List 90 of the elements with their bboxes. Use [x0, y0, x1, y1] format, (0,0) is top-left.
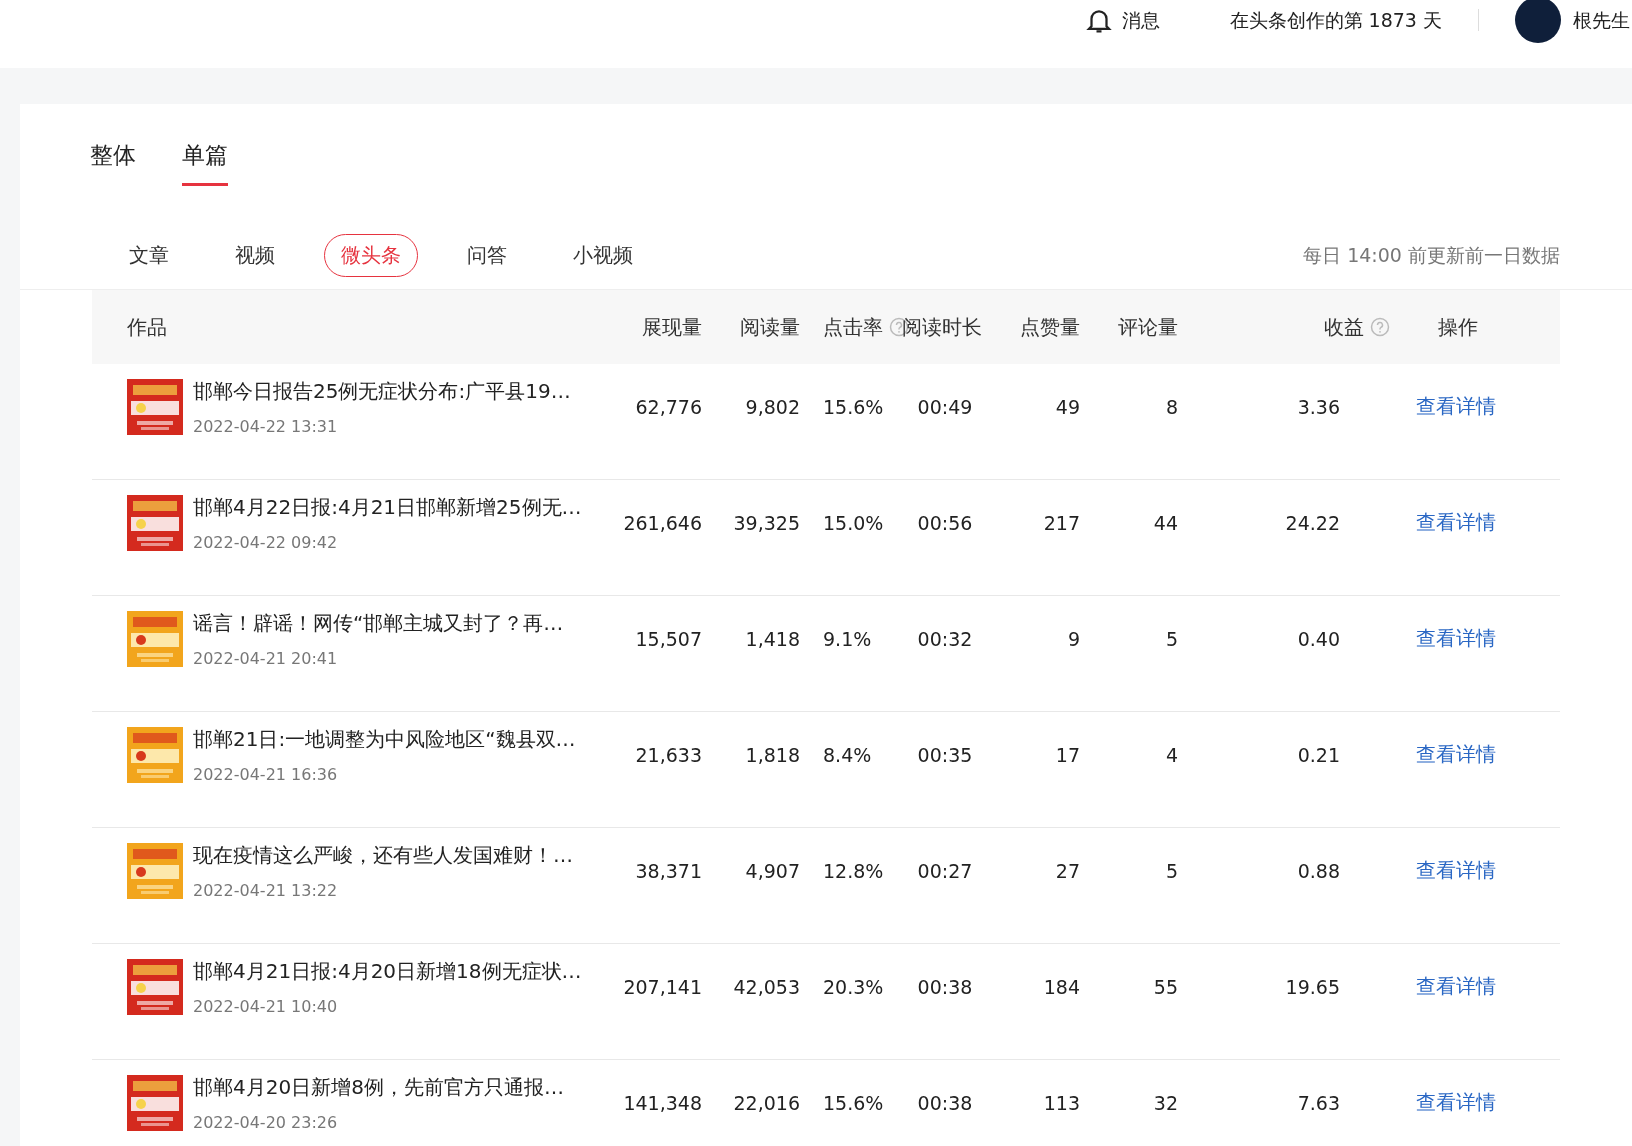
table-cell-text: 00:27: [916, 859, 974, 882]
table-cell-text: 21,633: [634, 743, 702, 766]
table-cell-text: 9: [1066, 627, 1080, 650]
table-cell-text: 9,802: [744, 395, 800, 418]
table-cell-text: 4,907: [744, 859, 800, 882]
sub-tab[interactable]: 视频: [218, 234, 292, 277]
table-cell-text: 24.22: [1284, 511, 1341, 534]
post-title[interactable]: 邯郸21日:一地调整为中风险地区“魏县双…: [193, 725, 576, 753]
details-link[interactable]: 查看详情: [1366, 857, 1560, 884]
post-title[interactable]: 邯郸4月20日新增8例，先前官方只通报…: [193, 1073, 564, 1101]
table-cell-text: 113: [1042, 1091, 1080, 1114]
details-link[interactable]: 查看详情: [1366, 393, 1560, 420]
table-cell-text: 42,053: [732, 975, 800, 998]
column-header: 操作: [1438, 313, 1478, 341]
details-link[interactable]: 查看详情: [1366, 973, 1560, 1000]
column-header: 作品: [127, 313, 167, 341]
details-link[interactable]: 查看详情: [1366, 741, 1560, 768]
post-date: 2022-04-21 16:36: [193, 764, 339, 784]
post-title[interactable]: 邯郸4月21日报:4月20日新增18例无症状…: [193, 957, 582, 985]
table-cell-text: 15.6%: [822, 1091, 885, 1114]
table-cell-text: 12.8%: [822, 859, 885, 882]
table-cell-text: 8: [1164, 395, 1178, 418]
column-header: 点击率: [823, 313, 883, 341]
table-cell: 141,348: [622, 1091, 702, 1114]
avatar[interactable]: [1515, 0, 1561, 43]
column-header: 阅读时长: [902, 313, 982, 341]
details-link[interactable]: 查看详情: [1366, 509, 1560, 536]
post-date: 2022-04-22 13:31: [193, 416, 339, 436]
column-header: 点赞量: [1020, 313, 1080, 341]
table-cell-text: 0.88: [1296, 859, 1341, 882]
table-cell-text: 00:35: [916, 743, 974, 766]
table-cell-text: 4: [1164, 743, 1178, 766]
table-cell-text: 15.6%: [822, 395, 885, 418]
table-cell-text: 17: [1054, 743, 1080, 766]
post-date: 2022-04-20 23:26: [193, 1112, 339, 1132]
table-cell-text: 22,016: [732, 1091, 800, 1114]
details-link[interactable]: 查看详情: [1366, 625, 1560, 652]
table-cell-text: 38,371: [634, 859, 702, 882]
table-cell-text: 184: [1042, 975, 1080, 998]
post-title[interactable]: 谣言！辟谣！网传“邯郸主城又封了？再…: [193, 609, 564, 637]
table-cell-text: 55: [1152, 975, 1178, 998]
table-cell-text: 5: [1164, 627, 1178, 650]
sub-tab[interactable]: 小视频: [556, 234, 650, 277]
main-tab[interactable]: 整体: [90, 140, 136, 186]
table-cell-text: 00:49: [916, 395, 974, 418]
post-date: 2022-04-21 10:40: [193, 996, 339, 1016]
table-cell-text: 15.0%: [822, 511, 885, 534]
table-cell-text: 62,776: [634, 395, 702, 418]
table-cell-text: 32: [1152, 1091, 1178, 1114]
table-cell-text: 3.36: [1296, 395, 1341, 418]
table-cell: 207,141: [622, 975, 702, 998]
table-cell-text: 7.63: [1296, 1091, 1341, 1114]
table-cell-text: 00:32: [916, 627, 974, 650]
column-header: 展现量: [642, 313, 702, 341]
details-link[interactable]: 查看详情: [1366, 1089, 1560, 1116]
post-date: 2022-04-21 20:41: [193, 648, 339, 668]
table-cell-text: 5: [1164, 859, 1178, 882]
sub-tab[interactable]: 文章: [112, 234, 186, 277]
table-cell-text: 00:56: [916, 511, 974, 534]
main-tab[interactable]: 单篇: [182, 140, 228, 186]
table-cell: 261,646: [622, 511, 702, 534]
table-cell-text: 20.3%: [822, 975, 885, 998]
post-date: 2022-04-22 09:42: [193, 532, 339, 552]
table-cell-text: 00:38: [916, 1091, 974, 1114]
sub-tab[interactable]: 问答: [450, 234, 524, 277]
table-cell-text: 9.1%: [822, 627, 873, 650]
table-cell-text: 0.21: [1296, 743, 1341, 766]
post-date: 2022-04-21 13:22: [193, 880, 339, 900]
table-cell-text: 00:38: [916, 975, 974, 998]
table-cell-text: 0.40: [1296, 627, 1341, 650]
table-cell-text: 15,507: [634, 627, 702, 650]
creation-days: 在头条创作的第 1873 天: [1229, 0, 1442, 40]
table-cell-text: 1,418: [744, 627, 800, 650]
column-header: 收益: [1324, 313, 1364, 341]
table-cell-text: 1,818: [744, 743, 800, 766]
update-note: 每日 14:00 前更新前一日数据: [1303, 242, 1560, 268]
post-title[interactable]: 邯郸4月22日报:4月21日邯郸新增25例无…: [193, 493, 582, 521]
table-cell-text: 49: [1054, 395, 1080, 418]
table-cell-text: 27: [1054, 859, 1080, 882]
user-name[interactable]: 根先生: [1573, 0, 1630, 40]
table-cell-text: 8.4%: [822, 743, 873, 766]
table-cell-text: 44: [1152, 511, 1178, 534]
table-cell-text: 39,325: [732, 511, 800, 534]
table-cell-text: 217: [1042, 511, 1080, 534]
messages-link[interactable]: 消息: [1121, 0, 1160, 40]
column-header: 阅读量: [740, 313, 800, 341]
post-title[interactable]: 邯郸今日报告25例无症状分布:广平县19…: [193, 377, 571, 405]
column-header: 评论量: [1118, 313, 1178, 341]
post-title[interactable]: 现在疫情这么严峻，还有些人发国难财！…: [193, 841, 573, 869]
table-cell-text: 19.65: [1284, 975, 1341, 998]
